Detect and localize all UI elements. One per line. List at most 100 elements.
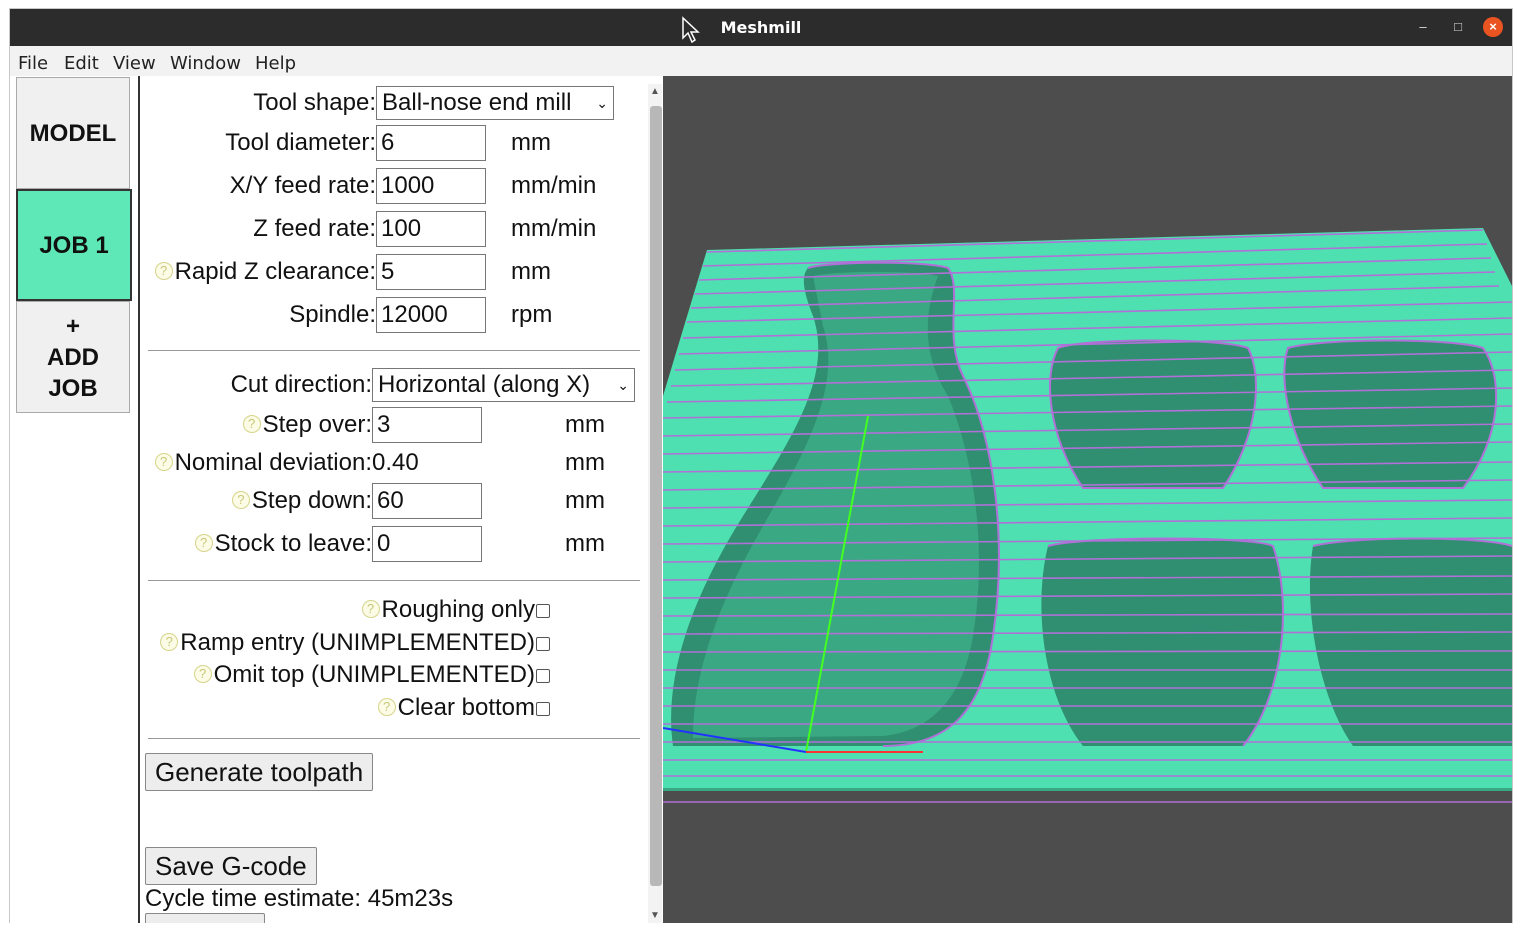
tab-job-label: JOB 1 [39,231,109,259]
cycle-time-estimate: Cycle time estimate: 45m23s [145,885,453,913]
step-over-label: ? Step over: [242,411,372,439]
scrollbar-thumb[interactable] [650,106,662,886]
omit-top-checkbox[interactable] [536,669,550,683]
chevron-down-icon: ⌄ [596,95,608,111]
divider [148,350,640,351]
panel-scrollbar[interactable]: ▲ ▼ [648,84,662,923]
nominal-deviation-label-text: Nominal deviation: [174,449,372,476]
cut-direction-value: Horizontal (along X) [378,371,591,398]
menu-bar: File Edit View Window Help [10,46,1512,76]
rapid-z-label-text: Rapid Z clearance: [174,258,376,285]
step-over-unit: mm [565,411,605,438]
cycle-time-label: Cycle time estimate: [145,885,362,912]
spindle-unit: rpm [511,301,553,328]
job-settings-panel: Tool shape: Ball-nose end mill ⌄ Tool di… [140,76,646,923]
rapid-z-label: ? Rapid Z clearance: [154,258,376,286]
help-icon[interactable]: ? [193,665,212,683]
cycle-time-value: 45m23s [367,885,454,912]
pocket-cup-2 [1284,340,1497,488]
clear-bottom-checkbox[interactable] [536,702,550,716]
roughing-only-checkbox[interactable] [536,604,550,618]
tool-diameter-input[interactable]: 6 [376,125,486,161]
roughing-only-label-text: Roughing only [381,596,535,623]
pocket-jar-1 [1041,538,1283,746]
divider [148,738,640,739]
nominal-deviation-value: 0.40 [372,449,419,476]
nominal-deviation-label: ? Nominal deviation: [154,449,372,477]
rapid-z-input[interactable]: 5 [376,254,486,290]
add-job-label-2: JOB [48,374,98,402]
window-title: Meshmill [720,18,802,37]
extra-button[interactable] [145,913,265,923]
scroll-down-icon[interactable]: ▼ [650,910,660,921]
step-down-label: ? Step down: [231,487,372,515]
z-feed-input[interactable]: 100 [376,211,486,247]
xy-feed-label: X/Y feed rate: [229,172,376,199]
nominal-deviation-unit: mm [565,449,605,476]
tool-shape-value: Ball-nose end mill [382,89,572,116]
help-icon[interactable]: ? [361,600,380,618]
tool-shape-select[interactable]: Ball-nose end mill ⌄ [376,86,614,120]
spindle-label: Spindle: [289,301,376,328]
save-gcode-button[interactable]: Save G-code [145,847,317,885]
help-icon[interactable]: ? [242,415,261,433]
plus-icon: + [65,312,80,340]
toolpath-preview [663,228,1512,803]
help-icon[interactable]: ? [377,698,396,716]
help-icon[interactable]: ? [194,534,213,552]
minimize-icon[interactable]: – [1413,17,1433,37]
title-bar: Meshmill – □ × [10,9,1512,46]
tab-model-label: MODEL [29,119,117,147]
job-tabs: MODEL JOB 1 + ADD JOB [10,76,140,923]
z-feed-label: Z feed rate: [253,215,376,242]
chevron-down-icon: ⌄ [617,377,629,393]
xy-feed-input[interactable]: 1000 [376,168,486,204]
stock-edge [663,788,1512,791]
help-icon[interactable]: ? [231,491,250,509]
menu-file[interactable]: File [18,53,48,74]
menu-edit[interactable]: Edit [64,53,99,74]
menu-view[interactable]: View [113,53,156,74]
add-job-label-1: ADD [47,343,99,371]
omit-top-label-text: Omit top (UNIMPLEMENTED) [213,661,535,688]
ramp-entry-label: ? Ramp entry (UNIMPLEMENTED) [160,629,535,657]
pocket-jar-2 [1309,538,1512,746]
omit-top-label: ? Omit top (UNIMPLEMENTED) [193,661,535,689]
stock-to-leave-label: ? Stock to leave: [194,530,372,558]
rapid-z-unit: mm [511,258,551,285]
tab-job-1[interactable]: JOB 1 [16,189,132,301]
help-icon[interactable]: ? [160,633,179,651]
help-icon[interactable]: ? [154,453,173,471]
spindle-input[interactable]: 12000 [376,297,486,333]
xy-feed-unit: mm/min [511,172,597,199]
step-over-label-text: Step over: [262,411,372,438]
clear-bottom-label: ? Clear bottom [377,694,535,722]
menu-help[interactable]: Help [255,53,296,74]
help-icon[interactable]: ? [154,262,173,280]
cut-direction-select[interactable]: Horizontal (along X) ⌄ [372,368,635,402]
3d-viewport[interactable] [663,76,1512,923]
z-feed-unit: mm/min [511,215,597,242]
stock-to-leave-unit: mm [565,530,605,557]
ramp-entry-checkbox[interactable] [536,637,550,651]
close-icon[interactable]: × [1483,17,1503,37]
app-window: Meshmill – □ × File Edit View Window Hel… [9,8,1513,923]
step-down-input[interactable]: 60 [372,483,482,519]
ramp-entry-label-text: Ramp entry (UNIMPLEMENTED) [180,629,535,656]
scroll-up-icon[interactable]: ▲ [650,86,660,97]
clear-bottom-label-text: Clear bottom [397,694,535,721]
generate-toolpath-button[interactable]: Generate toolpath [145,753,374,791]
maximize-icon[interactable]: □ [1448,17,1468,37]
roughing-only-label: ? Roughing only [361,596,535,624]
stock-to-leave-label-text: Stock to leave: [214,530,372,557]
add-job-button[interactable]: + ADD JOB [16,301,130,413]
step-over-input[interactable]: 3 [372,407,482,443]
step-down-label-text: Step down: [251,487,372,514]
divider [148,580,640,581]
menu-window[interactable]: Window [170,53,241,74]
stock-to-leave-input[interactable]: 0 [372,526,482,562]
cut-direction-label: Cut direction: [230,371,372,398]
step-down-unit: mm [565,487,605,514]
tab-model[interactable]: MODEL [16,77,130,189]
tool-diameter-unit: mm [511,129,551,156]
